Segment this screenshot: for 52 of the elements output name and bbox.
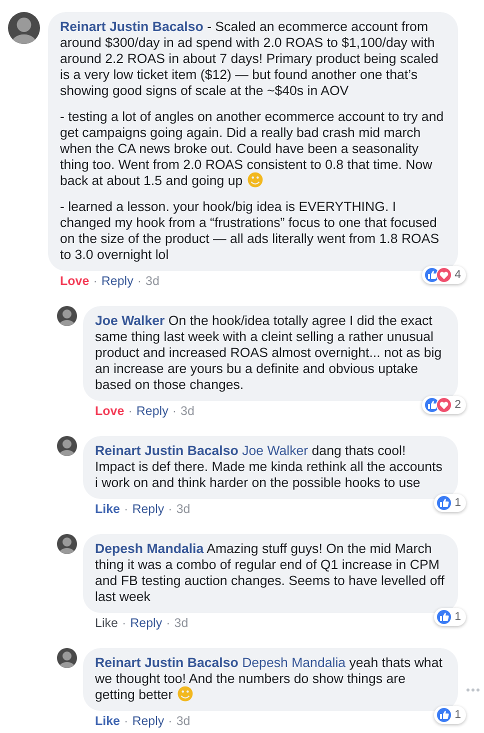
- timestamp[interactable]: 3d: [176, 502, 190, 516]
- reply-link[interactable]: Reply: [132, 714, 164, 728]
- author-link[interactable]: Joe Walker: [95, 313, 165, 328]
- react-link[interactable]: Like: [95, 502, 120, 516]
- separator-dot: ·: [168, 502, 172, 516]
- comment-text: Joe Walker On the hook/idea totally agree I did the exact same thing last week with a cleint selling a rather unusual product and increased ROAS almost overnight... not as big an increase are yours bu a definite and obvious uptake based on those changes.: [95, 313, 443, 393]
- reaction-count-badge[interactable]: 1: [434, 494, 466, 512]
- reply-link[interactable]: Reply: [132, 502, 164, 516]
- author-link[interactable]: Reinart Justin Bacalso: [95, 655, 238, 670]
- mention-link[interactable]: Depesh Mandalia: [242, 655, 346, 670]
- avatar[interactable]: [8, 12, 40, 44]
- thumbs-up-icon: [436, 707, 452, 723]
- separator-dot: ·: [93, 274, 98, 288]
- separator-dot: ·: [168, 714, 172, 728]
- reaction-count-badge[interactable]: 4: [422, 266, 466, 284]
- separator-dot: ·: [124, 502, 128, 516]
- reaction-count-badge[interactable]: 2: [422, 396, 466, 414]
- reaction-count-badge[interactable]: 1: [434, 608, 466, 626]
- mention-link[interactable]: Joe Walker: [242, 443, 308, 458]
- reaction-count-badge[interactable]: 1: [434, 706, 466, 724]
- thumbs-up-icon: [436, 495, 452, 511]
- comment-text: Reinart Justin Bacalso - Scaled an ecommerce account from around $300/day in ad spend with 2.0 ROAS to $1,100/day with around 2.2 ROAS in about 7 days! Primary product being scaled is a very low ticket item ($12) — but found another one that’s showing good signs of scale at the ~$40s in AOV: [60, 19, 440, 99]
- separator-dot: ·: [124, 714, 128, 728]
- comment-text: Depesh Mandalia Amazing stuff guys! On the mid March thing it was a combo of regular end of Q1 increase in CPM and FB testing auction changes. Seems to have levelled off last week: [95, 541, 446, 605]
- separator-dot: ·: [122, 616, 126, 630]
- separator-dot: ·: [128, 404, 132, 418]
- reply-link[interactable]: Reply: [136, 404, 168, 418]
- avatar[interactable]: [57, 306, 77, 326]
- thumbs-up-icon: [436, 609, 452, 625]
- timestamp[interactable]: 3d: [180, 404, 194, 418]
- author-link[interactable]: Reinart Justin Bacalso: [60, 19, 204, 34]
- reply-link[interactable]: Reply: [101, 274, 134, 288]
- timestamp[interactable]: 3d: [174, 616, 188, 630]
- comment-text: Reinart Justin Bacalso Joe Walker dang thats cool! Impact is def there. Made me kinda rethink all the accounts i work on and think harder on the possible hooks to use: [95, 443, 444, 491]
- react-link[interactable]: Love: [95, 404, 124, 418]
- react-link[interactable]: Like: [95, 714, 120, 728]
- react-link[interactable]: Love: [60, 274, 90, 288]
- author-link[interactable]: Depesh Mandalia: [95, 541, 204, 556]
- separator-dot: ·: [137, 274, 142, 288]
- separator-dot: ·: [172, 404, 176, 418]
- comment-text: - testing a lot of angles on another ecommerce account to try and get campaigns going again. Did a really bad crash mid march when the CA news broke out. Could have been a seasonality thing too. Went from 2.0 ROAS consistent to 0.8 that time. Now back at about 1.5 and going up ☻: [60, 109, 445, 189]
- separator-dot: ·: [166, 616, 170, 630]
- avatar[interactable]: [57, 648, 77, 668]
- avatar[interactable]: [57, 534, 77, 554]
- avatar[interactable]: [57, 436, 77, 456]
- react-link[interactable]: Like: [95, 616, 118, 630]
- comment-text: Reinart Justin Bacalso Depesh Mandalia yeah thats what we thought too! And the numbers do show things are getting better ☻: [95, 655, 444, 703]
- timestamp[interactable]: 3d: [146, 274, 160, 288]
- author-link[interactable]: Reinart Justin Bacalso: [95, 443, 238, 458]
- reply-link[interactable]: Reply: [130, 616, 162, 630]
- timestamp[interactable]: 3d: [176, 714, 190, 728]
- comment-text: - learned a lesson. your hook/big idea is EVERYTHING. I changed my hook from a “frustrations” focus to one that focused on the size of the product — all ads literally went from 1.8 ROAS to 3.0 overnight lol: [60, 199, 440, 263]
